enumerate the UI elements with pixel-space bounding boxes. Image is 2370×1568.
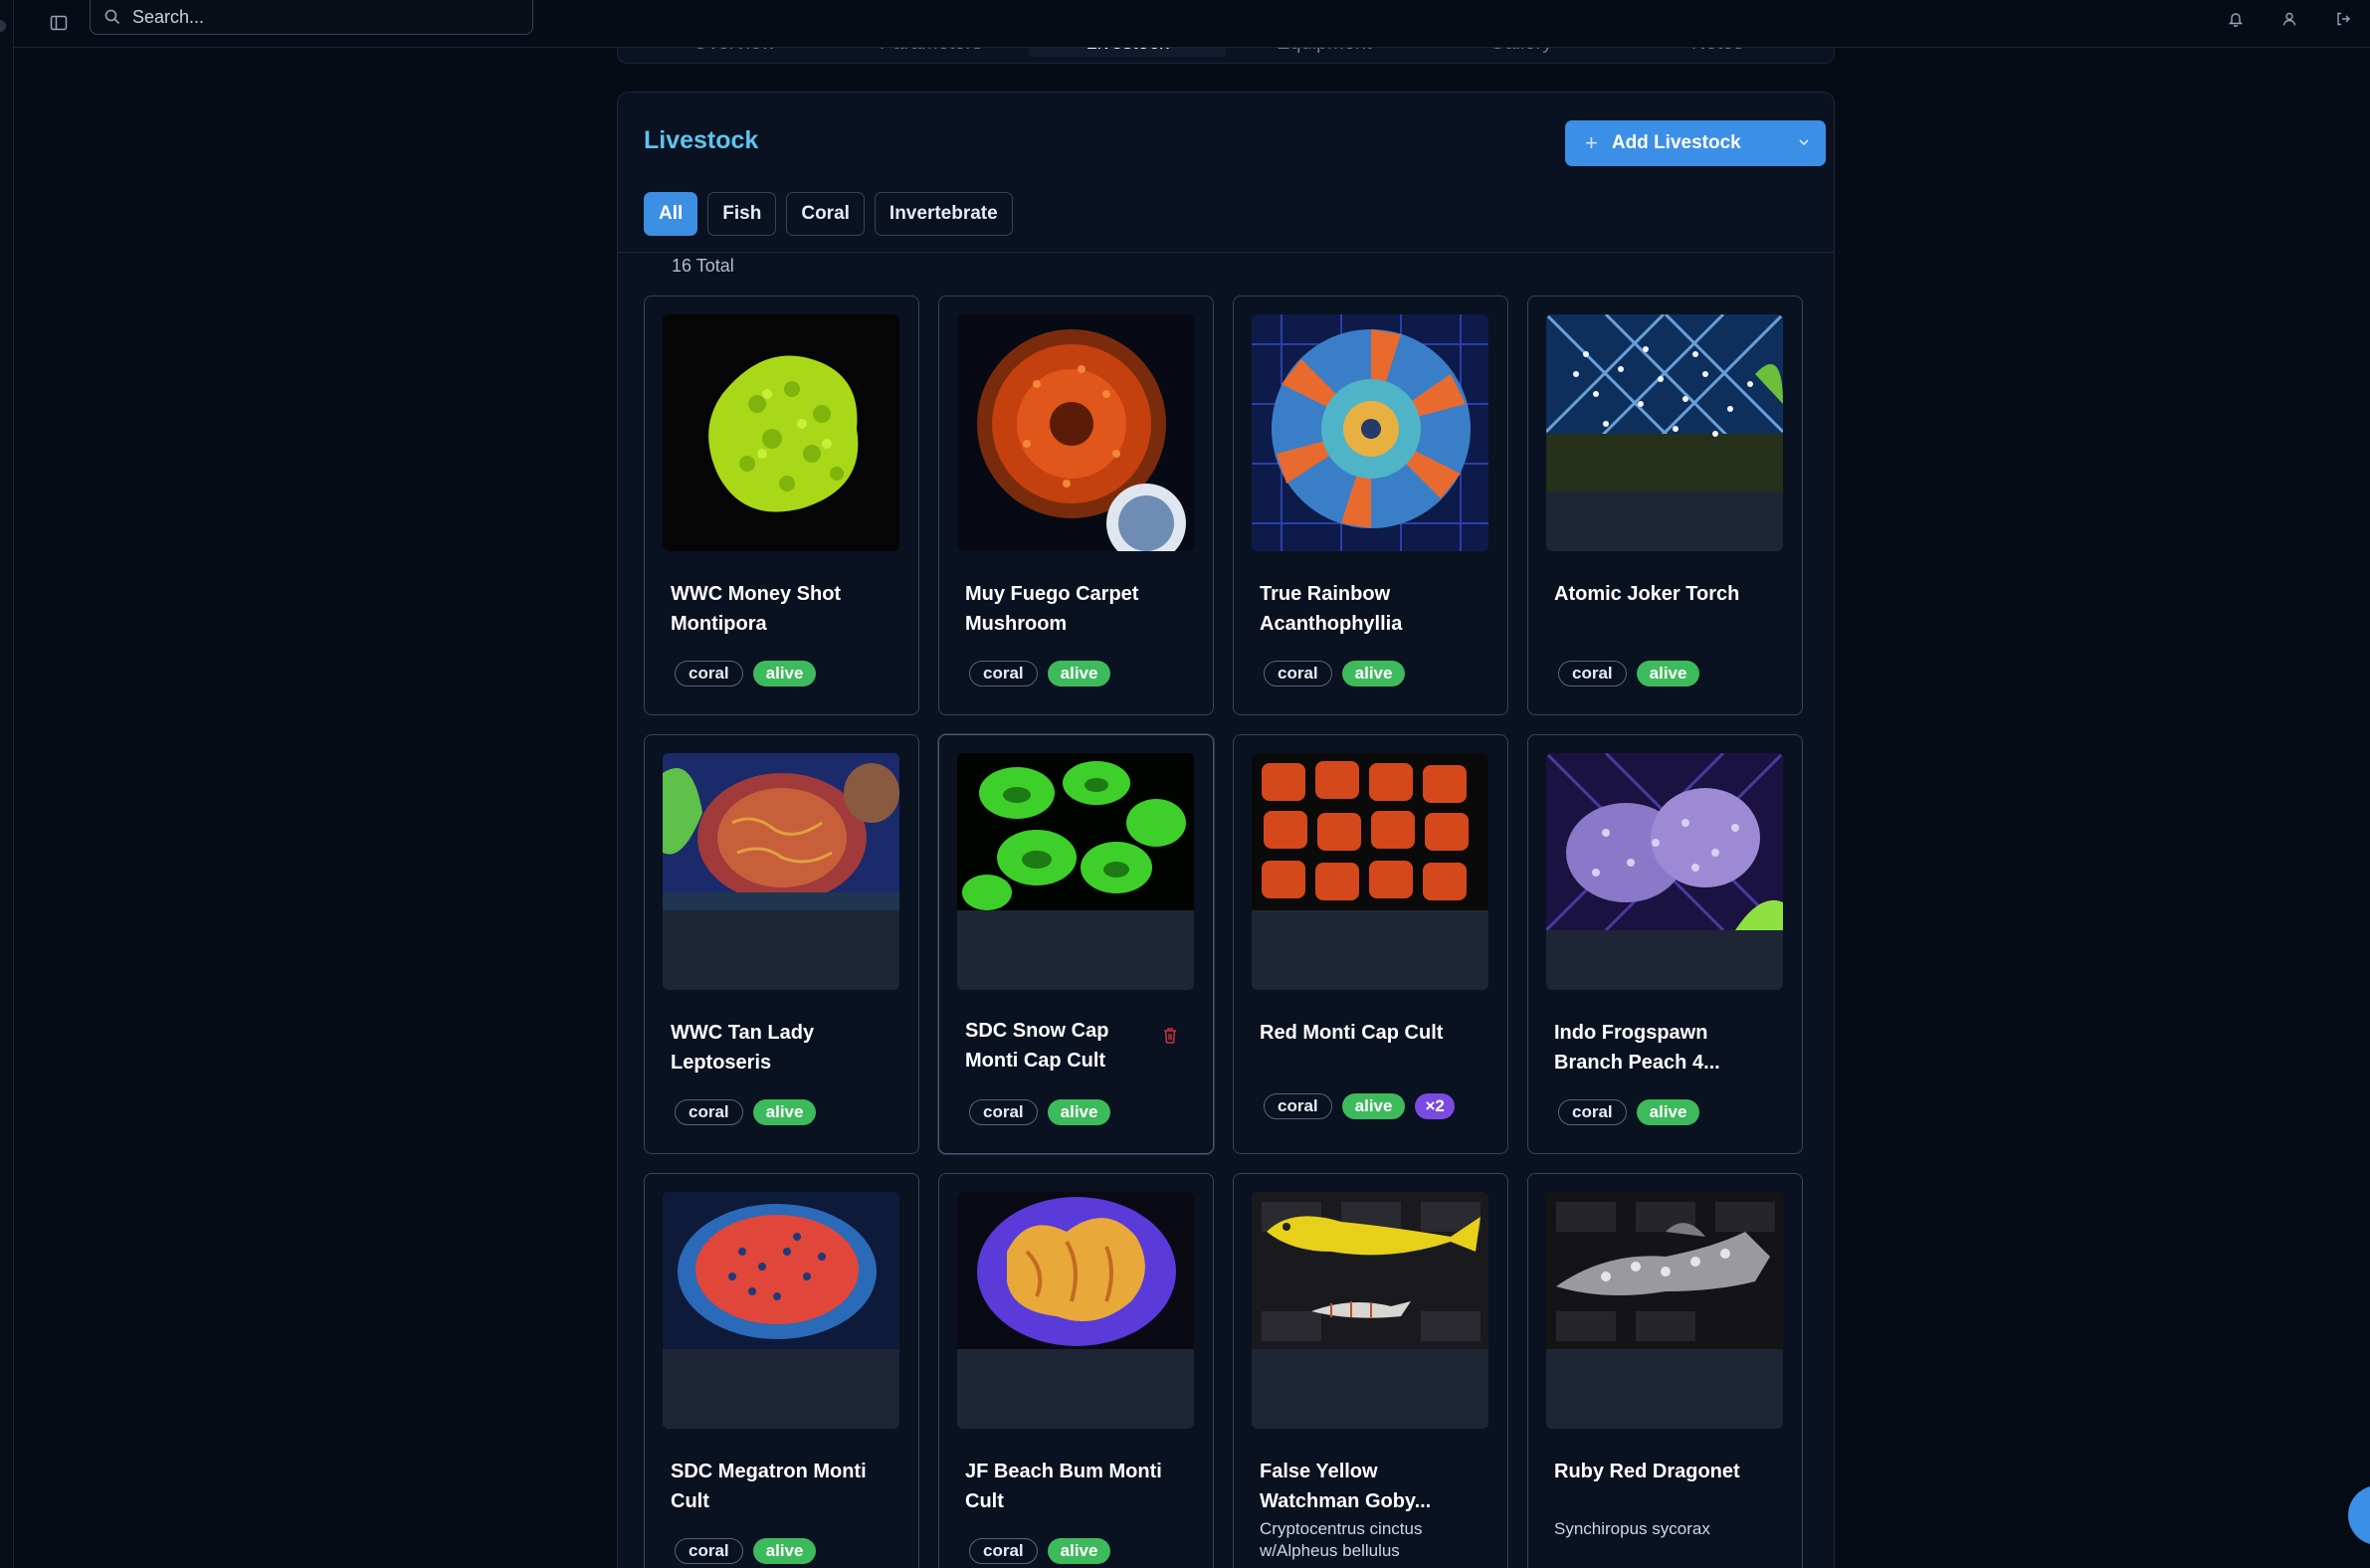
filter-coral[interactable]: Coral: [786, 192, 865, 236]
livestock-card[interactable]: True Rainbow Acanthophyllia coral alive: [1233, 295, 1508, 715]
add-livestock-button[interactable]: + Add Livestock: [1565, 120, 1826, 166]
livestock-card[interactable]: WWC Tan Lady Leptoseris coral alive: [644, 734, 919, 1154]
floating-action-button[interactable]: [2348, 1485, 2370, 1545]
type-badge: coral: [675, 1099, 743, 1125]
livestock-name: Ruby Red Dragonet: [1554, 1461, 1740, 1482]
logout-button[interactable]: [2316, 4, 2370, 34]
livestock-card[interactable]: Ruby Red Dragonet Synchiropus sycorax: [1527, 1173, 1803, 1568]
livestock-name: Muy Fuego Carpet Mushroom: [965, 583, 1139, 635]
livestock-card[interactable]: SDC Megatron Monti Cult coral alive: [644, 1173, 919, 1568]
plus-icon: +: [1585, 130, 1598, 155]
status-badge: alive: [1341, 661, 1406, 686]
sidebar-toggle-button[interactable]: [44, 8, 74, 38]
livestock-panel: Livestock + Add Livestock All Fish Coral…: [617, 92, 1835, 1568]
quantity-badge: ×2: [1415, 1093, 1455, 1119]
scientific-name: Synchiropus sycorax: [1554, 1519, 1710, 1538]
livestock-card[interactable]: False Yellow Watchman Goby... Cryptocent…: [1233, 1173, 1508, 1568]
livestock-name: Red Monti Cap Cult: [1260, 1022, 1444, 1044]
livestock-name: WWC Money Shot Montipora: [671, 583, 842, 635]
livestock-name: False Yellow Watchman Goby...: [1260, 1461, 1432, 1512]
livestock-card[interactable]: Indo Frogspawn Branch Peach 4... coral a…: [1527, 734, 1803, 1154]
type-badge: coral: [1264, 661, 1332, 686]
livestock-photo: [1252, 314, 1488, 551]
livestock-photo: [1546, 314, 1783, 551]
type-badge: coral: [1264, 1093, 1332, 1119]
status-badge: alive: [752, 1099, 817, 1125]
scientific-name: Cryptocentrus cinctus w/Alpheus bellulus: [1260, 1519, 1423, 1560]
status-badge: alive: [1047, 661, 1111, 686]
status-badge: alive: [1047, 1538, 1111, 1564]
type-filters: All Fish Coral Invertebrate: [644, 192, 1013, 236]
type-badge: coral: [969, 1099, 1038, 1125]
logout-icon: [2337, 12, 2350, 26]
search-icon: [104, 9, 120, 25]
livestock-photo: [957, 314, 1194, 551]
livestock-card[interactable]: SDC Snow Cap Monti Cap Cult coral alive: [938, 734, 1214, 1154]
trash-icon[interactable]: [1161, 1026, 1179, 1046]
livestock-photo: [1252, 753, 1488, 990]
search-box[interactable]: [90, 0, 533, 35]
livestock-card[interactable]: WWC Money Shot Montipora coral alive: [644, 295, 919, 715]
livestock-photo: [1252, 1192, 1488, 1429]
livestock-name: WWC Tan Lady Leptoseris: [671, 1022, 815, 1074]
sidebar-icon: [50, 15, 68, 31]
type-badge: coral: [969, 661, 1038, 686]
type-badge: coral: [1558, 661, 1627, 686]
status-badge: alive: [1341, 1093, 1406, 1119]
left-rail: [0, 0, 14, 1568]
livestock-card[interactable]: JF Beach Bum Monti Cult coral alive: [938, 1173, 1214, 1568]
filter-all[interactable]: All: [644, 192, 698, 236]
user-icon: [2282, 12, 2296, 26]
bell-icon: [2228, 13, 2244, 27]
chevron-down-icon[interactable]: [1796, 132, 1812, 152]
status-badge: alive: [752, 1538, 817, 1564]
rail-handle[interactable]: [0, 20, 6, 32]
livestock-photo: [663, 1192, 899, 1429]
status-badge: alive: [1636, 1099, 1700, 1125]
status-badge: alive: [752, 661, 817, 686]
type-badge: coral: [969, 1538, 1038, 1564]
status-badge: alive: [1636, 661, 1700, 686]
livestock-name: SDC Snow Cap Monti Cap Cult: [965, 1020, 1109, 1072]
notifications-button[interactable]: [2209, 4, 2263, 34]
livestock-grid: WWC Money Shot Montipora coral alive Muy…: [644, 295, 1803, 1568]
profile-button[interactable]: [2263, 4, 2316, 34]
type-badge: coral: [675, 1538, 743, 1564]
livestock-photo: [957, 753, 1194, 990]
livestock-name: SDC Megatron Monti Cult: [671, 1461, 867, 1512]
livestock-photo: [663, 314, 899, 551]
filter-fish[interactable]: Fish: [707, 192, 777, 236]
livestock-photo: [957, 1192, 1194, 1429]
status-badge: alive: [1047, 1099, 1111, 1125]
livestock-card[interactable]: Red Monti Cap Cult coral alive ×2: [1233, 734, 1508, 1154]
livestock-photo: [663, 753, 899, 990]
type-badge: coral: [1558, 1099, 1627, 1125]
livestock-photo: [1546, 1192, 1783, 1429]
livestock-name: True Rainbow Acanthophyllia: [1260, 583, 1403, 635]
filter-invertebrate[interactable]: Invertebrate: [874, 192, 1013, 236]
top-bar: [14, 0, 2370, 48]
total-count: 16 Total: [672, 256, 734, 276]
page-title: Livestock: [644, 126, 759, 154]
livestock-card[interactable]: Muy Fuego Carpet Mushroom coral alive: [938, 295, 1214, 715]
livestock-name: Atomic Joker Torch: [1554, 583, 1740, 605]
divider: [618, 252, 1834, 253]
livestock-photo: [1546, 753, 1783, 990]
livestock-name: Indo Frogspawn Branch Peach 4...: [1554, 1022, 1720, 1074]
search-input[interactable]: [132, 6, 510, 28]
add-livestock-label: Add Livestock: [1611, 132, 1741, 153]
type-badge: coral: [675, 661, 743, 686]
livestock-name: JF Beach Bum Monti Cult: [965, 1461, 1162, 1512]
livestock-card[interactable]: Atomic Joker Torch coral alive: [1527, 295, 1803, 715]
